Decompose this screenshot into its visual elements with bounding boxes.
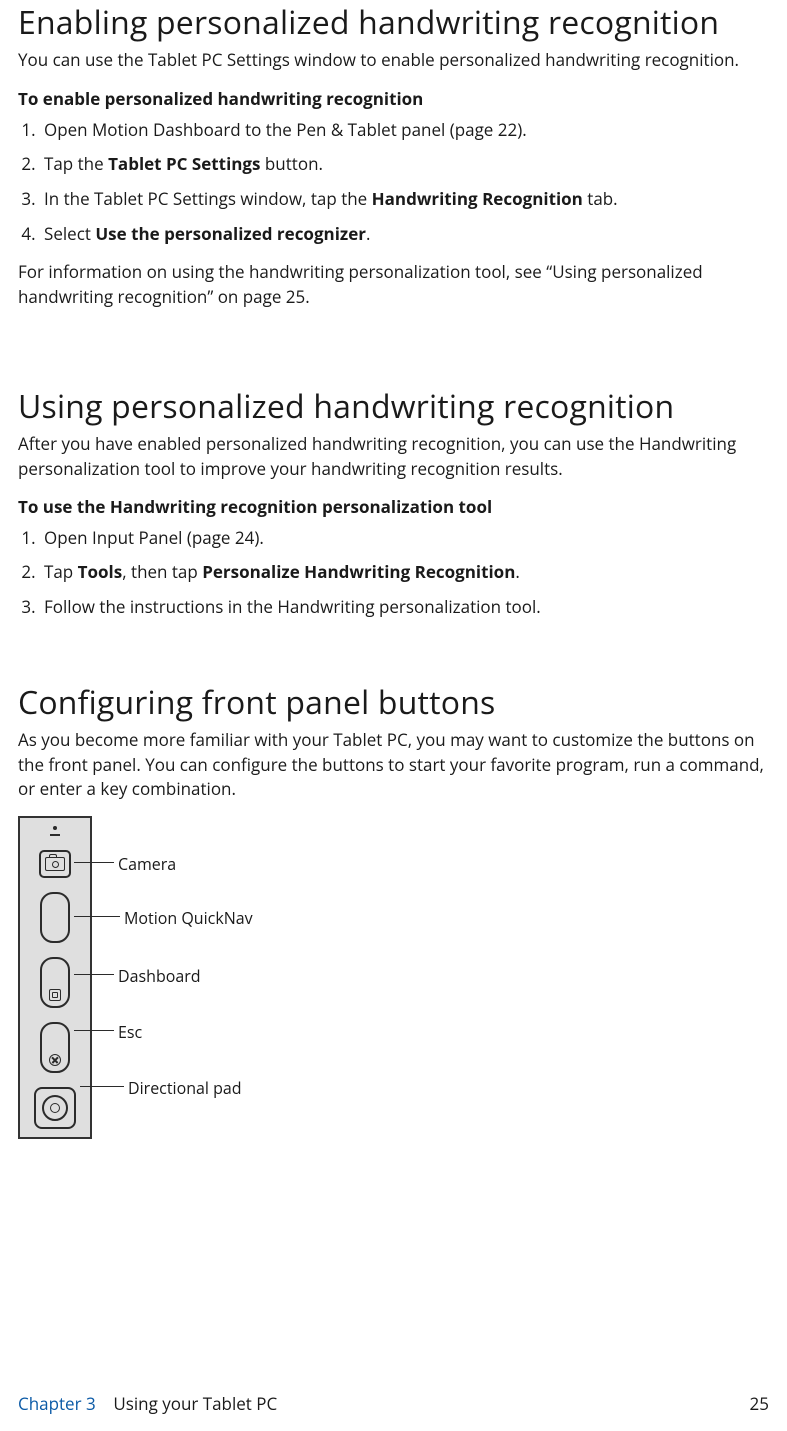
chapter-number: Chapter 3 (18, 1392, 96, 1415)
step-text: tab. (583, 187, 618, 210)
connector-line (74, 916, 120, 917)
indicator-leds (50, 826, 60, 836)
ui-label: Tools (78, 560, 123, 583)
step-text: , then tap (122, 560, 202, 583)
page-number: 25 (750, 1392, 769, 1417)
page-footer: Chapter 3 Using your Tablet PC 25 (18, 1392, 769, 1417)
step-4: Select Use the personalized recognizer. (40, 222, 769, 247)
step-3: Follow the instructions in the Handwriti… (40, 595, 769, 620)
step-text: button. (260, 152, 322, 175)
heading-configuring: Configuring front panel buttons (18, 680, 769, 726)
ui-label: Personalize Handwriting Recognition (202, 560, 515, 583)
label-quicknav: Motion QuickNav (124, 907, 253, 930)
heading-enabling: Enabling personalized handwriting recogn… (18, 0, 769, 46)
front-panel-figure: Camera Motion QuickNav Dashboard Esc Dir… (18, 816, 418, 1139)
label-dashboard: Dashboard (118, 965, 201, 988)
connector-line (74, 1030, 114, 1031)
front-panel-illustration (18, 816, 92, 1139)
step-2: Tap Tools, then tap Personalize Handwrit… (40, 560, 769, 585)
label-quicknav-row: Motion QuickNav (124, 907, 253, 930)
ui-label: Handwriting Recognition (372, 187, 583, 210)
step-1: Open Input Panel (page 24). (40, 526, 769, 551)
esc-button-icon (40, 1022, 70, 1073)
heading-using: Using personalized handwriting recogniti… (18, 384, 769, 430)
step-text: . (366, 222, 370, 245)
camera-button-icon (39, 850, 71, 878)
step-2: Tap the Tablet PC Settings button. (40, 152, 769, 177)
label-dpad-row: Directional pad (128, 1077, 242, 1100)
step-text: Open Input Panel (page 24). (44, 526, 264, 549)
step-1: Open Motion Dashboard to the Pen & Table… (40, 118, 769, 143)
step-text: Tap the (44, 152, 108, 175)
lead-enabling: You can use the Tablet PC Settings windo… (18, 48, 769, 73)
step-3: In the Tablet PC Settings window, tap th… (40, 187, 769, 212)
step-text: Follow the instructions in the Handwriti… (44, 595, 541, 618)
steps-enable: Open Motion Dashboard to the Pen & Table… (18, 118, 769, 247)
quicknav-button-icon (40, 892, 70, 943)
lead-using: After you have enabled personalized hand… (18, 432, 769, 481)
connector-line (74, 862, 114, 863)
followup-enabling: For information on using the handwriting… (18, 260, 769, 309)
label-dashboard-row: Dashboard (118, 965, 201, 988)
chapter-reference: Chapter 3 Using your Tablet PC (18, 1392, 277, 1417)
directional-pad-icon (34, 1087, 76, 1129)
step-text: Open Motion Dashboard to the Pen & Table… (44, 118, 527, 141)
ui-label: Use the personalized recognizer (95, 222, 366, 245)
label-camera: Camera (118, 853, 176, 876)
subhead-use-procedure: To use the Handwriting recognition perso… (18, 495, 769, 520)
ui-label: Tablet PC Settings (108, 152, 260, 175)
chapter-title: Using your Tablet PC (113, 1392, 277, 1415)
step-text: . (515, 560, 519, 583)
dashboard-button-icon (40, 957, 70, 1008)
step-text: In the Tablet PC Settings window, tap th… (44, 187, 372, 210)
close-icon (49, 1054, 61, 1066)
connector-line (80, 1086, 124, 1087)
steps-use: Open Input Panel (page 24). Tap Tools, t… (18, 526, 769, 620)
connector-line (74, 974, 114, 975)
step-text: Select (44, 222, 95, 245)
step-text: Tap (44, 560, 78, 583)
label-esc-row: Esc (118, 1021, 142, 1044)
label-dpad: Directional pad (128, 1077, 242, 1100)
camera-icon (45, 857, 65, 871)
lead-configuring: As you become more familiar with your Ta… (18, 728, 769, 802)
dashboard-icon (49, 989, 61, 1001)
subhead-enable-procedure: To enable personalized handwriting recog… (18, 87, 769, 112)
label-camera-row: Camera (118, 853, 176, 876)
label-esc: Esc (118, 1021, 142, 1044)
